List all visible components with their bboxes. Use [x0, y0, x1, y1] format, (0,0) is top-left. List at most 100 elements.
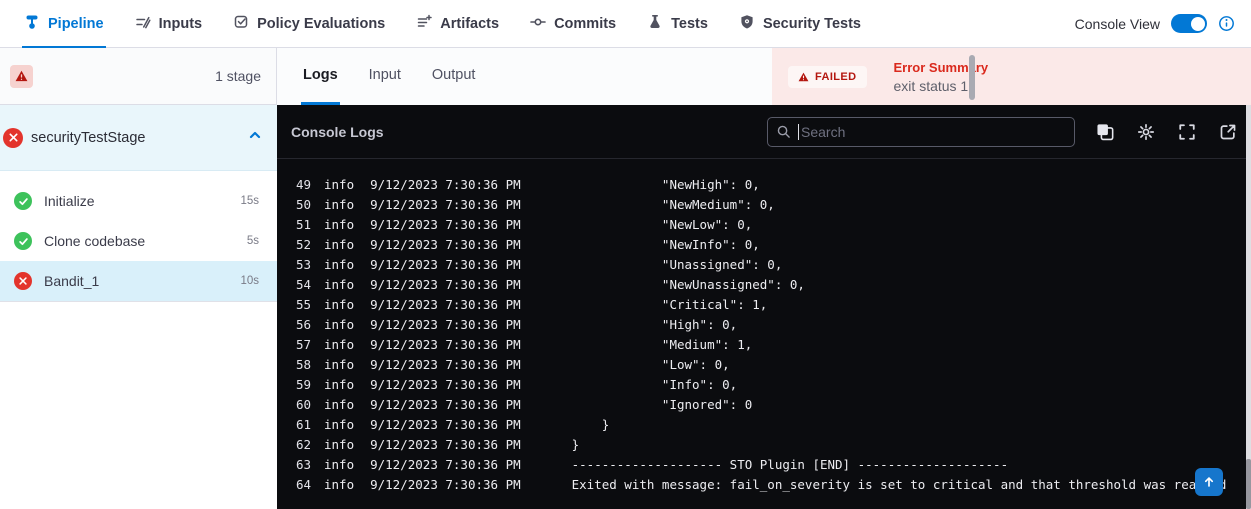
- log-line: 54 info 9/12/2023 7:30:36 PM "NewUnassig…: [281, 275, 1251, 295]
- policy-shield-icon: [233, 14, 249, 34]
- error-summary-strip: FAILED Error Summary exit status 1: [772, 48, 1251, 105]
- log-timestamp: 9/12/2023 7:30:36 PM: [370, 375, 521, 395]
- log-line-number: 58: [281, 355, 311, 375]
- failed-triangle-icon: [798, 72, 809, 82]
- artifacts-icon: [416, 14, 432, 34]
- tab-artifacts[interactable]: Artifacts: [414, 0, 501, 48]
- stage-name: securityTestStage: [31, 130, 247, 146]
- tab-tests[interactable]: Tests: [645, 0, 710, 48]
- stage-sidebar: securityTestStage Initialize 15s: [0, 105, 277, 509]
- log-line-number: 49: [281, 175, 311, 195]
- log-line-number: 50: [281, 195, 311, 215]
- inputs-icon: [135, 14, 151, 34]
- step-label: Clone codebase: [44, 233, 247, 249]
- log-line: 57 info 9/12/2023 7:30:36 PM "Medium": 1…: [281, 335, 1251, 355]
- log-timestamp: 9/12/2023 7:30:36 PM: [370, 235, 521, 255]
- log-line: 53 info 9/12/2023 7:30:36 PM "Unassigned…: [281, 255, 1251, 275]
- log-line: 62 info 9/12/2023 7:30:36 PM }: [281, 435, 1251, 455]
- log-line-number: 51: [281, 215, 311, 235]
- step-success-icon: [14, 192, 32, 210]
- tab-label: Pipeline: [48, 16, 104, 32]
- step-label: Bandit_1: [44, 273, 240, 289]
- fullscreen-icon[interactable]: [1178, 123, 1196, 141]
- tab-input[interactable]: Input: [367, 48, 403, 105]
- log-message: "Info": 0,: [572, 375, 738, 395]
- error-summary-scrollbar[interactable]: [969, 55, 975, 100]
- log-line: 55 info 9/12/2023 7:30:36 PM "Critical":…: [281, 295, 1251, 315]
- log-message: "Critical": 1,: [572, 295, 768, 315]
- main-content: securityTestStage Initialize 15s: [0, 105, 1251, 509]
- tab-output[interactable]: Output: [430, 48, 478, 105]
- gear-icon[interactable]: [1137, 123, 1155, 141]
- log-level: info: [324, 255, 354, 275]
- log-level: info: [324, 475, 354, 495]
- log-line-number: 54: [281, 275, 311, 295]
- console-toolbar: [1096, 123, 1237, 141]
- chevron-up-icon[interactable]: [247, 127, 263, 148]
- status-badge-label: FAILED: [815, 71, 857, 83]
- log-level: info: [324, 395, 354, 415]
- copy-icon[interactable]: [1096, 123, 1114, 141]
- detail-tabs: Logs Input Output: [277, 48, 772, 105]
- log-line: 56 info 9/12/2023 7:30:36 PM "High": 0,: [281, 315, 1251, 335]
- log-message: "Medium": 1,: [572, 335, 753, 355]
- search-icon: [776, 124, 791, 139]
- arrow-up-icon: [1202, 475, 1216, 489]
- step-row[interactable]: Clone codebase 5s: [0, 221, 277, 261]
- tab-label: Policy Evaluations: [257, 16, 385, 32]
- log-level: info: [324, 275, 354, 295]
- tab-pipeline[interactable]: Pipeline: [22, 0, 106, 48]
- log-line: 60 info 9/12/2023 7:30:36 PM "Ignored": …: [281, 395, 1251, 415]
- log-line: 63 info 9/12/2023 7:30:36 PM -----------…: [281, 455, 1251, 475]
- log-level: info: [324, 455, 354, 475]
- log-timestamp: 9/12/2023 7:30:36 PM: [370, 195, 521, 215]
- stage-warning-chip[interactable]: [10, 65, 33, 88]
- log-level: info: [324, 335, 354, 355]
- scroll-to-top-button[interactable]: [1195, 468, 1223, 496]
- console-header: Console Logs: [277, 105, 1251, 159]
- security-shield-icon: [739, 14, 755, 34]
- tab-label: Commits: [554, 16, 616, 32]
- log-level: info: [324, 435, 354, 455]
- log-line-number: 60: [281, 395, 311, 415]
- log-timestamp: 9/12/2023 7:30:36 PM: [370, 415, 521, 435]
- scrollbar-thumb[interactable]: [1246, 459, 1251, 509]
- stage-summary-bar: 1 stage: [0, 48, 277, 105]
- console-view-toggle[interactable]: [1171, 14, 1207, 33]
- pipeline-icon: [24, 14, 40, 34]
- search-input[interactable]: [801, 124, 1066, 140]
- step-duration: 10s: [240, 275, 259, 287]
- info-icon[interactable]: [1218, 15, 1235, 32]
- log-line: 52 info 9/12/2023 7:30:36 PM "NewInfo": …: [281, 235, 1251, 255]
- log-timestamp: 9/12/2023 7:30:36 PM: [370, 475, 521, 495]
- log-timestamp: 9/12/2023 7:30:36 PM: [370, 335, 521, 355]
- log-line: 58 info 9/12/2023 7:30:36 PM "Low": 0,: [281, 355, 1251, 375]
- tab-logs[interactable]: Logs: [301, 48, 340, 105]
- log-level: info: [324, 415, 354, 435]
- log-message: "NewMedium": 0,: [572, 195, 775, 215]
- log-level: info: [324, 315, 354, 335]
- step-row[interactable]: Bandit_1 10s: [0, 261, 277, 301]
- log-message: "NewLow": 0,: [572, 215, 753, 235]
- log-line-number: 56: [281, 315, 311, 335]
- vertical-scrollbar[interactable]: [1246, 105, 1251, 509]
- log-line: 64 info 9/12/2023 7:30:36 PM Exited with…: [281, 475, 1251, 495]
- log-timestamp: 9/12/2023 7:30:36 PM: [370, 295, 521, 315]
- log-message: Exited with message: fail_on_severity is…: [572, 475, 1227, 495]
- stage-accordion-header[interactable]: securityTestStage: [0, 105, 277, 171]
- log-timestamp: 9/12/2023 7:30:36 PM: [370, 455, 521, 475]
- log-line: 59 info 9/12/2023 7:30:36 PM "Info": 0,: [281, 375, 1251, 395]
- tab-label: Security Tests: [763, 16, 861, 32]
- step-failed-icon: [14, 272, 32, 290]
- step-row[interactable]: Initialize 15s: [0, 181, 277, 221]
- log-timestamp: 9/12/2023 7:30:36 PM: [370, 275, 521, 295]
- log-timestamp: 9/12/2023 7:30:36 PM: [370, 395, 521, 415]
- log-line: 51 info 9/12/2023 7:30:36 PM "NewLow": 0…: [281, 215, 1251, 235]
- tab-inputs[interactable]: Inputs: [133, 0, 205, 48]
- tab-policy-evaluations[interactable]: Policy Evaluations: [231, 0, 387, 48]
- open-in-new-icon[interactable]: [1219, 123, 1237, 141]
- tab-commits[interactable]: Commits: [528, 0, 618, 48]
- tab-security-tests[interactable]: Security Tests: [737, 0, 863, 48]
- log-level: info: [324, 235, 354, 255]
- sub-header-band: 1 stage Logs Input Output FAILED Error S…: [0, 48, 1251, 105]
